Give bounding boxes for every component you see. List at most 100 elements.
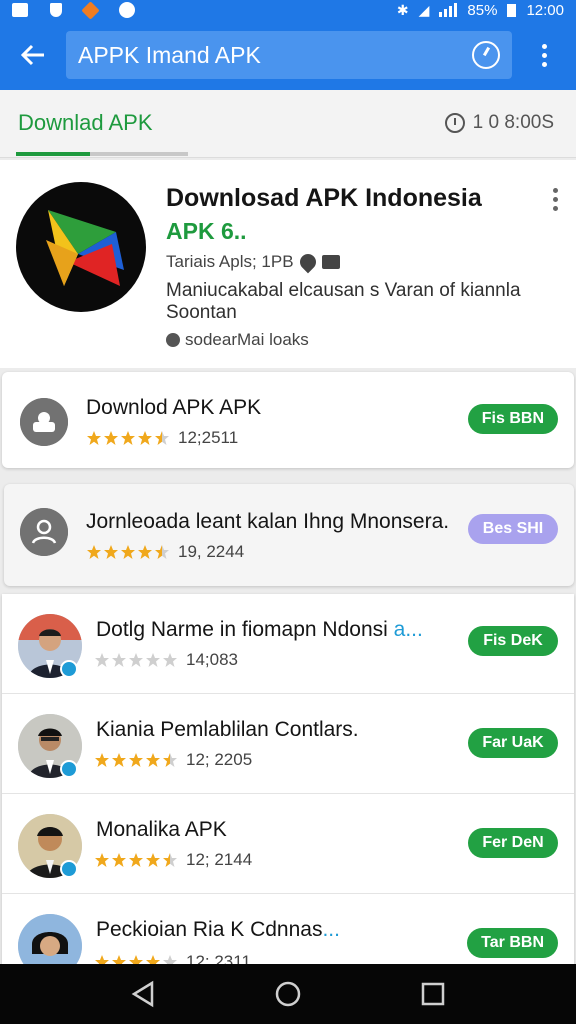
- app-title: Peckioian Ria K Cdnnas...: [96, 918, 340, 942]
- app-title: Downlod APK APK: [86, 396, 262, 419]
- rating-row: 14;083: [94, 650, 238, 670]
- star-icon: [163, 853, 177, 867]
- shield-icon: [50, 3, 62, 17]
- app-list: Dotlg Narme in fiomapn Ndonsi a... 14;08…: [2, 594, 574, 978]
- app-card[interactable]: Jornleoada leant kalan Ihng Mnonsera. 19…: [4, 484, 574, 586]
- home-circle-icon: [275, 981, 301, 1007]
- app-title: Kiania Pemlablilan Contlars.: [96, 718, 359, 741]
- app-bar: APPK Imand APK: [0, 20, 576, 90]
- app-placeholder-icon: [20, 398, 68, 446]
- overflow-menu-button[interactable]: [512, 20, 576, 90]
- user-placeholder-icon: [20, 508, 68, 556]
- camera-icon: [321, 255, 340, 269]
- back-button[interactable]: [0, 20, 66, 90]
- nav-home-button[interactable]: [268, 974, 308, 1014]
- clock-icon: [444, 113, 465, 133]
- star-icon: [129, 753, 143, 767]
- list-item[interactable]: Dotlg Narme in fiomapn Ndonsi a... 14;08…: [2, 594, 574, 694]
- install-button[interactable]: Fis BBN: [467, 404, 558, 434]
- circle-icon: [119, 2, 135, 18]
- install-button[interactable]: Fer DeN: [468, 828, 558, 858]
- star-icon: [87, 545, 101, 559]
- verified-badge-icon: [60, 860, 78, 878]
- status-bar: ✱ ◢ 85% 12:00: [0, 0, 576, 20]
- star-icon: [146, 753, 160, 767]
- star-rating: [94, 852, 178, 868]
- star-rating: [86, 430, 170, 446]
- star-icon: [146, 653, 160, 667]
- install-button[interactable]: Tar BBN: [467, 928, 558, 958]
- recents-square-icon: [422, 982, 445, 1006]
- rating-count: 12; 2205: [186, 750, 253, 769]
- star-icon: [121, 431, 135, 445]
- star-icon: [95, 853, 109, 867]
- install-button[interactable]: Far UaK: [468, 728, 558, 758]
- star-icon: [146, 853, 160, 867]
- star-icon: [138, 431, 152, 445]
- rating-row: 12; 2144: [94, 850, 252, 870]
- star-icon: [163, 753, 177, 767]
- nav-back-button[interactable]: [123, 974, 163, 1014]
- clock-time: 12:00: [526, 1, 564, 19]
- star-icon: [104, 431, 118, 445]
- star-icon: [95, 653, 109, 667]
- star-icon: [129, 853, 143, 867]
- star-rating: [94, 652, 178, 668]
- star-icon: [112, 653, 126, 667]
- star-icon: [163, 653, 177, 667]
- featured-description: Maniucakabal elcausan s Varan of kiannla…: [166, 280, 521, 323]
- app-title: Monalika APK: [96, 818, 227, 841]
- tab-strip: Downlad APK 1 0 8:00S: [0, 90, 576, 158]
- featured-title: Downlosad APK Indonesia: [166, 184, 482, 212]
- featured-developer: sodearMai loaks: [166, 330, 309, 350]
- tab-meta: 1 0 8:00S: [444, 112, 554, 134]
- featured-subtitle: APK 6..: [166, 218, 247, 244]
- battery-percent: 85%: [467, 1, 498, 19]
- bluetooth-icon: ✱: [396, 1, 409, 18]
- rating-count: 12; 2144: [186, 850, 253, 869]
- title-ellipsis: a...: [393, 618, 423, 641]
- star-rating: [94, 752, 178, 768]
- list-item[interactable]: Monalika APK 12; 2144 Fer DeN: [2, 794, 574, 894]
- tab-indicator: [16, 152, 90, 156]
- tab-download-apk[interactable]: Downlad APK: [18, 110, 153, 136]
- star-icon: [87, 431, 101, 445]
- verified-badge-icon: [60, 760, 78, 778]
- system-nav-bar: [0, 964, 576, 1024]
- search-box[interactable]: APPK Imand APK: [66, 31, 512, 79]
- developer-icon: [166, 333, 180, 347]
- list-item[interactable]: Kiania Pemlablilan Contlars. 12; 2205 Fa…: [2, 694, 574, 794]
- search-input[interactable]: APPK Imand APK: [78, 42, 472, 69]
- star-icon: [155, 545, 169, 559]
- rating-row: 19, 2244: [86, 542, 244, 562]
- star-icon: [129, 653, 143, 667]
- clock-search-icon[interactable]: [472, 41, 500, 69]
- developer-name: sodearMai loaks: [185, 330, 309, 349]
- featured-app[interactable]: Downlosad APK Indonesia APK 6.. Tariais …: [0, 160, 576, 368]
- app-title-text: Dotlg Narme in fiomapn Ndonsi: [96, 618, 388, 641]
- star-icon: [112, 753, 126, 767]
- featured-meta: Tariais Apls; 1PB: [166, 250, 340, 274]
- star-icon: [95, 753, 109, 767]
- install-button[interactable]: Bes SHI: [468, 514, 558, 544]
- featured-more-button[interactable]: [553, 188, 558, 211]
- star-rating: [86, 544, 170, 560]
- app-title-text: Peckioian Ria K Cdnnas: [96, 918, 323, 941]
- install-button[interactable]: Fis DeK: [468, 626, 558, 656]
- star-icon: [121, 545, 135, 559]
- verified-badge-icon: [60, 660, 78, 678]
- title-ellipsis: ...: [322, 918, 340, 941]
- fire-icon: [81, 0, 100, 20]
- star-icon: [104, 545, 118, 559]
- app-logo-icon: [46, 210, 124, 286]
- app-logo: [16, 182, 146, 312]
- rating-count: 19, 2244: [178, 542, 245, 561]
- app-card[interactable]: Downlod APK APK 12;2511 Fis BBN: [2, 372, 574, 468]
- rating-row: 12; 2205: [94, 750, 252, 770]
- featured-meta-text: Tariais Apls; 1PB: [166, 252, 294, 271]
- location-pin-icon: [296, 250, 319, 274]
- app-title: Jornleoada leant kalan Ihng Mnonsera.: [86, 510, 450, 533]
- signal-icon: [439, 3, 458, 17]
- nav-recents-button[interactable]: [413, 974, 453, 1014]
- star-icon: [155, 431, 169, 445]
